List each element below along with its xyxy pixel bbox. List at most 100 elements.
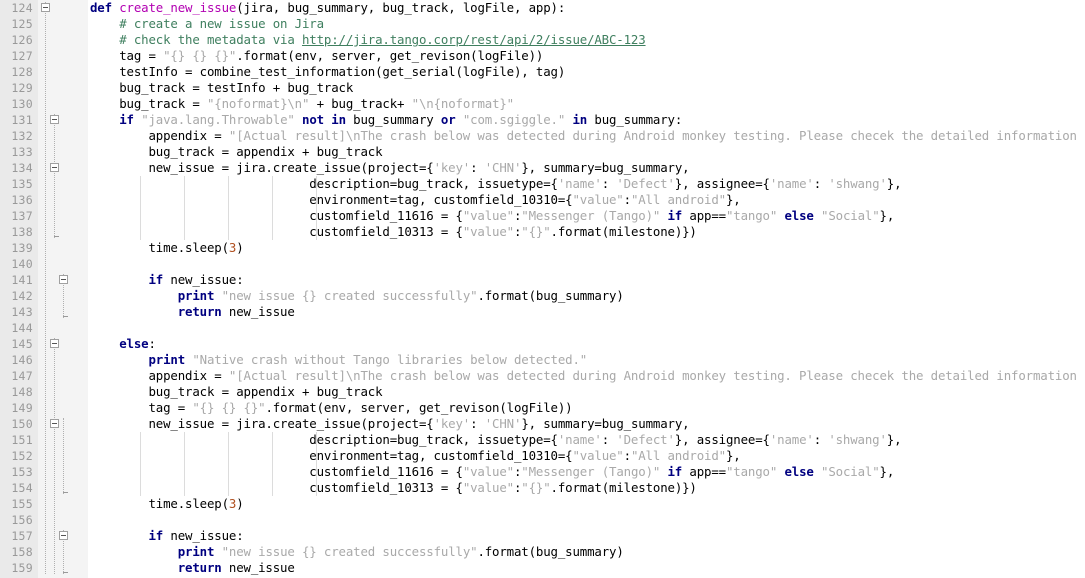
token-str: "Messenger (Tango)" (521, 464, 661, 479)
line-number: 141 (11, 273, 33, 287)
code-line[interactable] (90, 512, 1085, 528)
code-line[interactable]: customfield_10313 = {"value":"{}".format… (90, 224, 1085, 240)
line-number: 153 (11, 465, 33, 479)
fold-toggle-icon[interactable] (50, 419, 59, 428)
token-str: "[Actual result]\nThe crash below was de… (228, 368, 1085, 383)
fold-toggle-icon[interactable] (59, 275, 68, 284)
line-number: 126 (11, 33, 33, 47)
token-str: 'name' (557, 176, 602, 191)
code-line[interactable]: bug_track = testInfo + bug_track (90, 80, 1085, 96)
code-line[interactable]: print "Native crash without Tango librar… (90, 352, 1085, 368)
code-line[interactable]: if new_issue: (90, 528, 1085, 544)
code-line[interactable] (90, 320, 1085, 336)
code-line[interactable]: bug_track = appendix + bug_track (90, 144, 1085, 160)
line-number: 147 (11, 369, 33, 383)
token-link[interactable]: http://jira.tango.corp/rest/api/2/issue/… (302, 32, 646, 47)
token-str: "Messenger (Tango)" (521, 208, 661, 223)
token-str: 'CHN' (484, 416, 522, 431)
token-plain: : (623, 192, 631, 207)
line-number: 146 (11, 353, 33, 367)
fold-toggle-icon[interactable] (59, 531, 68, 540)
token-plain: }, (879, 208, 895, 223)
code-line-text: # create a new issue on Jira (90, 16, 324, 31)
token-str: 'name' (557, 432, 602, 447)
code-line-text: print "new issue {} created successfully… (90, 544, 624, 559)
editor-gutter[interactable]: 124 125 126 127 128 129 130 131 132 133 134 135 136 1… (0, 0, 88, 578)
fold-end-tick (63, 572, 68, 573)
code-line[interactable]: testInfo = combine_test_information(get_… (90, 64, 1085, 80)
line-number: 152 (11, 449, 33, 463)
token-plain: new_issue (221, 304, 295, 319)
code-line[interactable]: else: (90, 336, 1085, 352)
code-line[interactable]: new_issue = jira.create_issue(project={'… (90, 160, 1085, 176)
code-line-text: print "Native crash without Tango librar… (90, 352, 587, 367)
token-plain: new_issue (221, 560, 295, 575)
token-kw: else (784, 464, 814, 479)
token-plain: + bug_track+ (309, 96, 412, 111)
token-kw: if (667, 464, 683, 479)
fold-end-tick (63, 492, 68, 493)
code-line-text: bug_track = appendix + bug_track (90, 384, 382, 399)
fold-toggle-icon[interactable] (50, 115, 59, 124)
code-line[interactable]: environment=tag, customfield_10310={"val… (90, 448, 1085, 464)
token-str: 'name' (769, 176, 814, 191)
code-content-area[interactable]: def create_new_issue(jira, bug_summary, … (88, 0, 1085, 578)
code-line-text: customfield_11616 = {"value":"Messenger … (90, 464, 894, 479)
token-kw: print (148, 352, 186, 367)
code-line[interactable]: bug_track = appendix + bug_track (90, 384, 1085, 400)
token-plain: .format(bug_summary) (477, 288, 624, 303)
code-line-text: bug_track = appendix + bug_track (90, 144, 382, 159)
token-plain: }, assignee={ (674, 432, 770, 447)
code-line[interactable]: if "java.lang.Throwable" not in bug_summ… (90, 112, 1085, 128)
token-str: "\n{noformat}" (411, 96, 514, 111)
code-line[interactable]: # create a new issue on Jira (90, 16, 1085, 32)
code-line[interactable]: return new_issue (90, 304, 1085, 320)
token-kw: print (177, 544, 215, 559)
code-line[interactable]: return new_issue (90, 560, 1085, 576)
token-plain: new_issue = jira.create_issue(project={ (90, 416, 434, 431)
source-lines[interactable]: def create_new_issue(jira, bug_summary, … (90, 0, 1085, 576)
code-line[interactable]: customfield_10313 = {"value":"{}".format… (90, 480, 1085, 496)
code-lines[interactable]: def create_new_issue(jira, bug_summary, … (88, 0, 1085, 576)
code-line[interactable]: bug_track = "{noformat}\n" + bug_track+ … (90, 96, 1085, 112)
code-line[interactable]: time.sleep(3) (90, 240, 1085, 256)
code-line-text: if new_issue: (90, 272, 243, 287)
token-plain: appendix = (90, 368, 229, 383)
code-editor[interactable]: 124 125 126 127 128 129 130 131 132 133 134 135 136 1… (0, 0, 1085, 578)
code-line[interactable]: environment=tag, customfield_10310={"val… (90, 192, 1085, 208)
code-line[interactable]: print "new issue {} created successfully… (90, 544, 1085, 560)
line-number: 149 (11, 401, 33, 415)
line-number: 139 (11, 241, 33, 255)
fold-toggle-icon[interactable] (41, 3, 50, 12)
token-plain: }, (886, 432, 902, 447)
code-line[interactable]: customfield_11616 = {"value":"Messenger … (90, 464, 1085, 480)
fold-toggle-icon[interactable] (50, 163, 59, 172)
code-line[interactable]: tag = "{} {} {}".format(env, server, get… (90, 400, 1085, 416)
code-line[interactable]: appendix = "[Actual result]\nThe crash b… (90, 128, 1085, 144)
code-line[interactable]: tag = "{} {} {}".format(env, server, get… (90, 48, 1085, 64)
code-line[interactable] (90, 256, 1085, 272)
token-plain: .format(env, server, get_revison(logFile… (265, 400, 573, 415)
code-line[interactable]: # check the metadata via http://jira.tan… (90, 32, 1085, 48)
fold-end-tick (63, 316, 68, 317)
code-line[interactable]: new_issue = jira.create_issue(project={ '… (90, 416, 1085, 432)
line-number: 154 (11, 481, 33, 495)
line-number: 156 (11, 513, 33, 527)
code-line[interactable]: description=bug_track, issuetype={'name'… (90, 432, 1085, 448)
token-plain: app== (682, 464, 726, 479)
code-line-text: return new_issue (90, 560, 295, 575)
code-line[interactable]: appendix = "[Actual result]\nThe crash b… (90, 368, 1085, 384)
code-line[interactable]: print "new issue {} created successfully… (90, 288, 1085, 304)
token-plain: bug_track = (90, 96, 207, 111)
code-line[interactable]: if new_issue: (90, 272, 1085, 288)
code-line[interactable]: time.sleep(3) (90, 496, 1085, 512)
code-line[interactable]: def create_new_issue(jira, bug_summary, … (90, 0, 1085, 16)
code-line[interactable]: description=bug_track, issuetype={'name'… (90, 176, 1085, 192)
code-line[interactable]: customfield_11616 = {"value":"Messenger … (90, 208, 1085, 224)
fold-toggle-icon[interactable] (50, 339, 59, 348)
